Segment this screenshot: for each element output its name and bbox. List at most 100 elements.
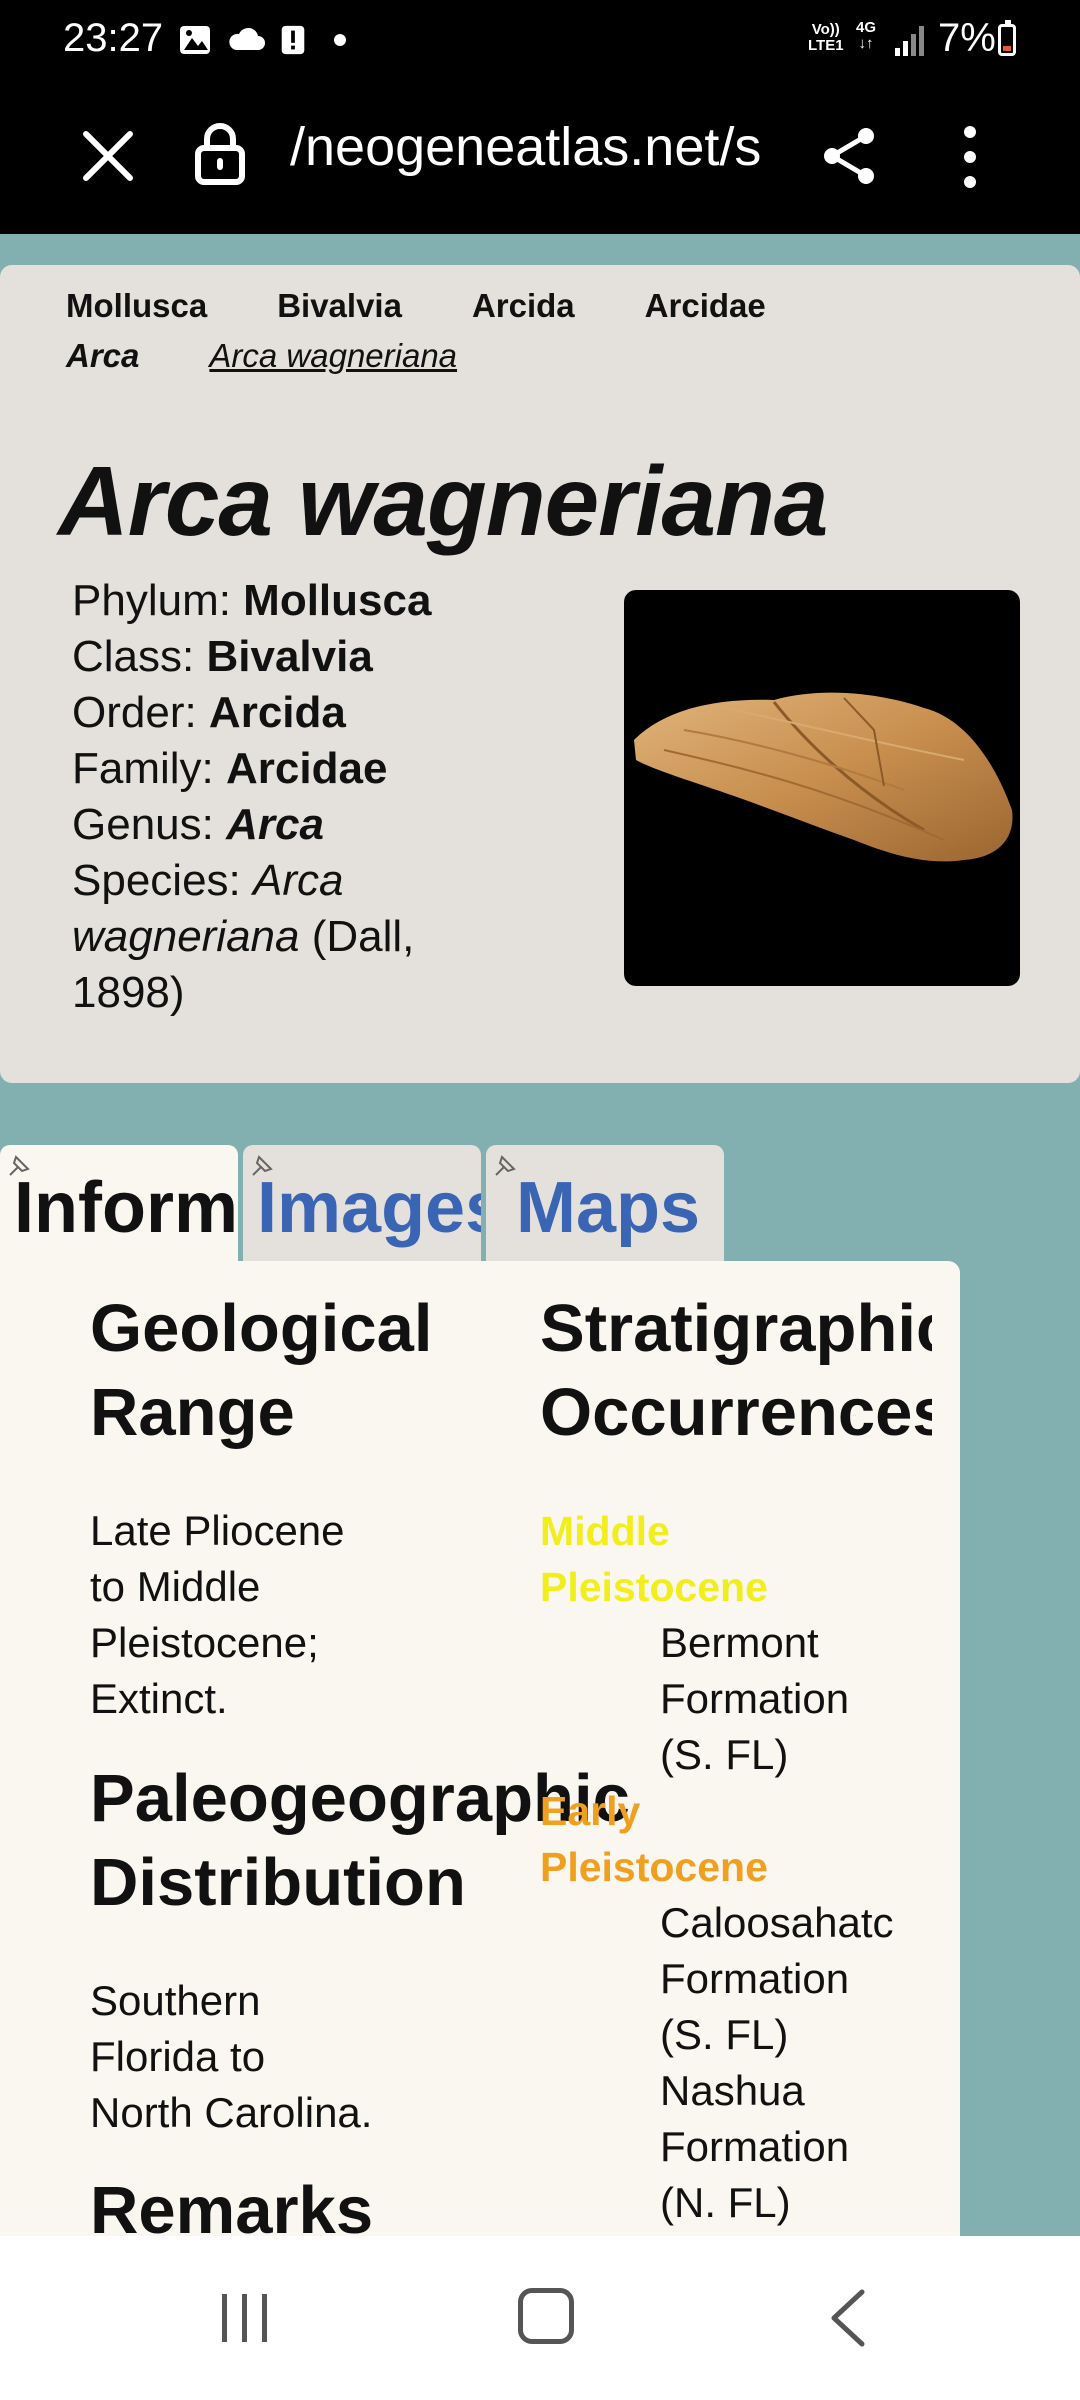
geo-line-3: Pleistocene; (90, 1619, 319, 1666)
phylum-value: Mollusca (243, 576, 432, 625)
tab-information-label: Informa (14, 1168, 238, 1248)
paleogeographic-text: Southern Florida to North Carolina. (90, 1973, 372, 2141)
order-label: Order: (72, 688, 209, 737)
lte-label: LTE1 (808, 37, 844, 54)
class-row: Class: Bivalvia (72, 629, 492, 685)
breadcrumb-species[interactable]: Arca wagneriana (209, 337, 457, 375)
genus-row: Genus: Arca (72, 797, 492, 853)
species-value-line2: wagneriana (72, 912, 300, 961)
species-label: Species: (72, 856, 253, 905)
tab-images-label: Images (257, 1168, 481, 1248)
formation-bermont-region: (S. FL) (660, 1731, 789, 1778)
epoch-middle-line1: Middle (540, 1508, 670, 1554)
species-row-3: 1898) (72, 965, 492, 1021)
dot-icon (334, 34, 346, 46)
battery-icon (998, 20, 1016, 56)
geological-range-heading: Geological Range (90, 1287, 433, 1455)
more-vert-icon[interactable] (950, 124, 990, 190)
notification-icons (178, 24, 346, 56)
breadcrumb-class[interactable]: Bivalvia (277, 287, 402, 325)
phylum-row: Phylum: Mollusca (72, 573, 492, 629)
cloud-icon (229, 27, 265, 50)
battery-percent: 7% (938, 16, 996, 60)
formation-bermont-name: Bermont (660, 1619, 819, 1666)
formation-nashua-region: (N. FL) (660, 2179, 791, 2226)
species-row: Species: Arca (72, 853, 492, 909)
back-icon[interactable] (828, 2288, 868, 2348)
formation-nashua-type: Formation (660, 2123, 850, 2170)
home-icon[interactable] (518, 2288, 574, 2344)
class-value: Bivalvia (206, 632, 373, 681)
geological-range-text: Late Pliocene to Middle Pleistocene; Ext… (90, 1503, 345, 1727)
specimen-photo[interactable] (624, 590, 1020, 986)
taxonomy-list: Phylum: Mollusca Class: Bivalvia Order: … (72, 573, 492, 1021)
family-row: Family: Arcidae (72, 741, 492, 797)
paleo-line-3: North Carolina. (90, 2089, 373, 2136)
lock-icon[interactable] (193, 120, 247, 186)
close-icon[interactable] (78, 126, 138, 186)
browser-toolbar: /neogeneatlas.net/s (0, 80, 1080, 234)
shell-image (634, 692, 1013, 862)
species-header-card: Mollusca Bivalvia Arcida Arcidae Arca Ar… (0, 265, 1080, 1083)
species-authority: (Dall, (299, 912, 415, 961)
epoch-middle-pleistocene: Middle Pleistocene (540, 1503, 768, 1615)
formation-caloosahatchee-name: Caloosahatc (660, 1899, 894, 1946)
formation-caloosahatchee-region: (S. FL) (660, 2011, 789, 2058)
breadcrumb-family[interactable]: Arcidae (645, 287, 766, 325)
data-arrows-icon: ↓↑ (858, 35, 874, 52)
information-panel: Geological Range Late Pliocene to Middle… (0, 1261, 960, 2261)
formation-bermont: Bermont Formation (S. FL) (660, 1615, 849, 1783)
recent-apps-icon[interactable] (218, 2292, 272, 2344)
breadcrumb-phylum[interactable]: Mollusca (66, 287, 207, 325)
formation-nashua-name: Nashua (660, 2067, 805, 2114)
formation-nashua: Nashua Formation (N. FL) (660, 2063, 849, 2231)
paleo-line-1: Southern (90, 1977, 261, 2024)
class-label: Class: (72, 632, 207, 681)
phylum-label: Phylum: (72, 576, 244, 625)
breadcrumb-order[interactable]: Arcida (472, 287, 575, 325)
epoch-early-line2: Pleistocene (540, 1844, 768, 1890)
family-label: Family: (72, 744, 226, 793)
formation-caloosahatchee: Caloosahatc Formation (S. FL) (660, 1895, 960, 2063)
family-value: Arcidae (226, 744, 388, 793)
geo-line-4: Extinct. (90, 1675, 228, 1722)
species-authority-year: 1898) (72, 968, 185, 1017)
tab-maps[interactable]: Maps (486, 1145, 724, 1261)
pin-icon (495, 1155, 516, 1176)
share-icon[interactable] (818, 124, 882, 188)
tab-information[interactable]: Informa (0, 1145, 238, 1261)
stratigraphic-heading-line1: Stratigraphic (540, 1291, 932, 1366)
order-value: Arcida (208, 688, 346, 737)
formation-bermont-type: Formation (660, 1675, 850, 1722)
geo-line-1: Late Pliocene (90, 1507, 345, 1554)
data-indicator: 4G ↓↑ (856, 20, 876, 52)
breadcrumb-genus[interactable]: Arca (66, 337, 139, 375)
breadcrumb: Mollusca Bivalvia Arcida Arcidae Arca Ar… (66, 281, 836, 381)
order-row: Order: Arcida (72, 685, 492, 741)
species-row-2: wagneriana (Dall, (72, 909, 492, 965)
url-field[interactable]: /neogeneatlas.net/s (290, 116, 770, 178)
volte-indicator: Vo)) LTE1 (808, 22, 844, 54)
4g-label: 4G (856, 19, 877, 36)
stratigraphic-heading: Stratigraphic Occurrences (540, 1287, 932, 1455)
epoch-early-line1: Early (540, 1788, 641, 1834)
paleo-line-2: Florida to (90, 2033, 266, 2080)
epoch-early-pleistocene: Early Pleistocene (540, 1783, 768, 1895)
status-bar: 23:27 Vo)) LTE1 4G ↓↑ 7% (0, 0, 1080, 80)
tab-maps-label: Maps (516, 1168, 701, 1248)
geological-range-heading-line1: Geological (90, 1291, 433, 1366)
tab-images[interactable]: Images (243, 1145, 481, 1261)
image-icon (180, 26, 210, 54)
system-nav-bar (0, 2236, 1080, 2400)
geo-line-2: to Middle (90, 1563, 261, 1610)
formation-caloosahatchee-type: Formation (660, 1955, 850, 2002)
alert-icon (281, 25, 305, 55)
volte-label: Vo)) (811, 21, 840, 38)
genus-label: Genus: (72, 800, 227, 849)
page-title: Arca wagneriana (58, 446, 828, 556)
genus-value: Arca (226, 800, 324, 849)
status-time: 23:27 (63, 16, 164, 60)
geological-range-heading-line2: Range (90, 1375, 295, 1450)
epoch-middle-line2: Pleistocene (540, 1564, 768, 1610)
signal-icon (895, 26, 924, 56)
